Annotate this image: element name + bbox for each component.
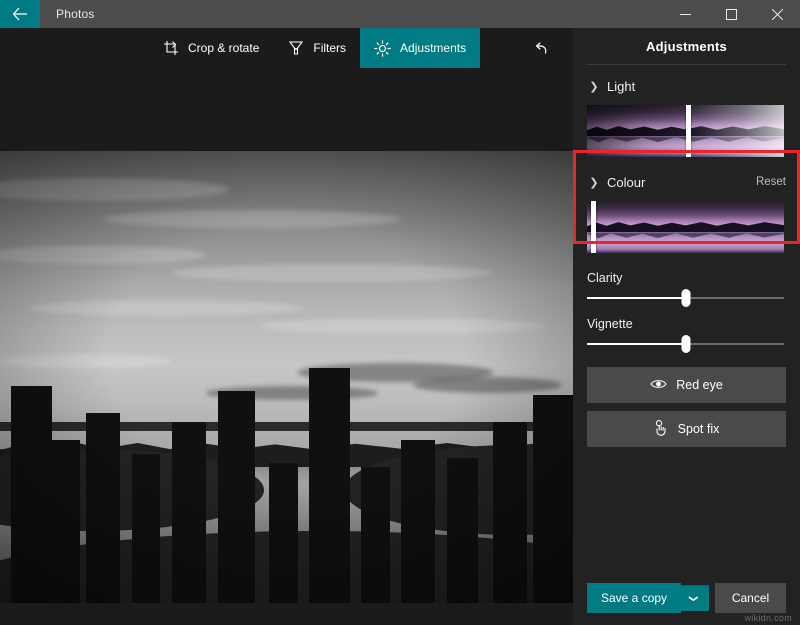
section-light: ❯ Light [573, 65, 800, 157]
section-colour-label: Colour [607, 175, 645, 190]
tab-crop-rotate[interactable]: Crop & rotate [148, 28, 273, 68]
undo-icon [534, 41, 551, 56]
light-thumbnail-slider[interactable] [587, 105, 784, 157]
section-light-label: Light [607, 79, 635, 94]
slider-vignette: Vignette [573, 317, 800, 345]
colour-slider-handle[interactable] [591, 201, 596, 253]
colour-reset-link[interactable]: Reset [756, 176, 786, 188]
chevron-right-icon: ❯ [587, 176, 601, 189]
slider-clarity-fill [587, 297, 686, 299]
tab-crop-rotate-label: Crop & rotate [188, 41, 259, 55]
eye-icon [650, 378, 667, 393]
maximize-button[interactable] [708, 0, 754, 28]
tab-adjustments[interactable]: Adjustments [360, 28, 480, 68]
back-arrow-icon [12, 7, 28, 21]
adjustments-icon [374, 40, 391, 57]
slider-vignette-knob[interactable] [681, 335, 690, 353]
photo-vignette [0, 151, 573, 603]
filters-icon [287, 40, 304, 57]
crop-rotate-icon [162, 40, 179, 57]
thumb-sky [587, 201, 784, 226]
back-button[interactable] [0, 0, 40, 28]
watermark: wikidn.com [744, 613, 792, 623]
tab-filters-label: Filters [313, 41, 346, 55]
photos-app-window: Photos [0, 0, 800, 625]
close-icon [772, 9, 783, 20]
spot-fix-label: Spot fix [678, 422, 720, 436]
close-button[interactable] [754, 0, 800, 28]
slider-clarity-label: Clarity [587, 271, 786, 285]
slider-vignette-label: Vignette [587, 317, 786, 331]
panel-title: Adjustments [573, 28, 800, 64]
tool-button-group: Red eye Spot fix [573, 367, 800, 447]
tab-adjustments-label: Adjustments [400, 41, 466, 55]
slider-vignette-fill [587, 343, 686, 345]
minimize-button[interactable] [662, 0, 708, 28]
chevron-right-icon: ❯ [587, 80, 601, 93]
window-controls [662, 0, 800, 28]
photo-image [0, 151, 573, 603]
slider-clarity-knob[interactable] [681, 289, 690, 307]
slider-vignette-track[interactable] [587, 343, 784, 345]
save-a-copy-split-button: Save a copy ❯ [587, 583, 707, 613]
chevron-down-icon[interactable]: ❯ [679, 585, 709, 611]
red-eye-label: Red eye [676, 378, 723, 392]
section-colour: ❯ Colour Reset [573, 161, 800, 253]
cancel-button[interactable]: Cancel [715, 583, 786, 613]
maximize-icon [726, 9, 737, 20]
tap-hand-icon [654, 420, 669, 439]
light-slider-handle[interactable] [686, 105, 691, 157]
red-eye-button[interactable]: Red eye [587, 367, 786, 403]
section-light-header[interactable]: ❯ Light [587, 75, 786, 97]
colour-thumbnail-image [587, 201, 784, 253]
photo-canvas[interactable]: − + [0, 68, 573, 625]
section-colour-header[interactable]: ❯ Colour Reset [587, 171, 786, 193]
save-a-copy-button[interactable]: Save a copy [587, 583, 681, 613]
minimize-icon [680, 9, 691, 20]
spot-fix-button[interactable]: Spot fix [587, 411, 786, 447]
command-bar-spacer [0, 28, 148, 68]
adjustments-panel: Adjustments ❯ Light ❯ [573, 28, 800, 625]
slider-clarity-track[interactable] [587, 297, 784, 299]
panel-footer: Save a copy ❯ Cancel [573, 583, 800, 613]
colour-thumbnail-slider[interactable] [587, 201, 784, 253]
window-title: Photos [40, 0, 95, 28]
slider-clarity: Clarity [573, 271, 800, 299]
undo-button[interactable] [522, 28, 562, 68]
tab-filters[interactable]: Filters [273, 28, 360, 68]
title-bar: Photos [0, 0, 800, 28]
